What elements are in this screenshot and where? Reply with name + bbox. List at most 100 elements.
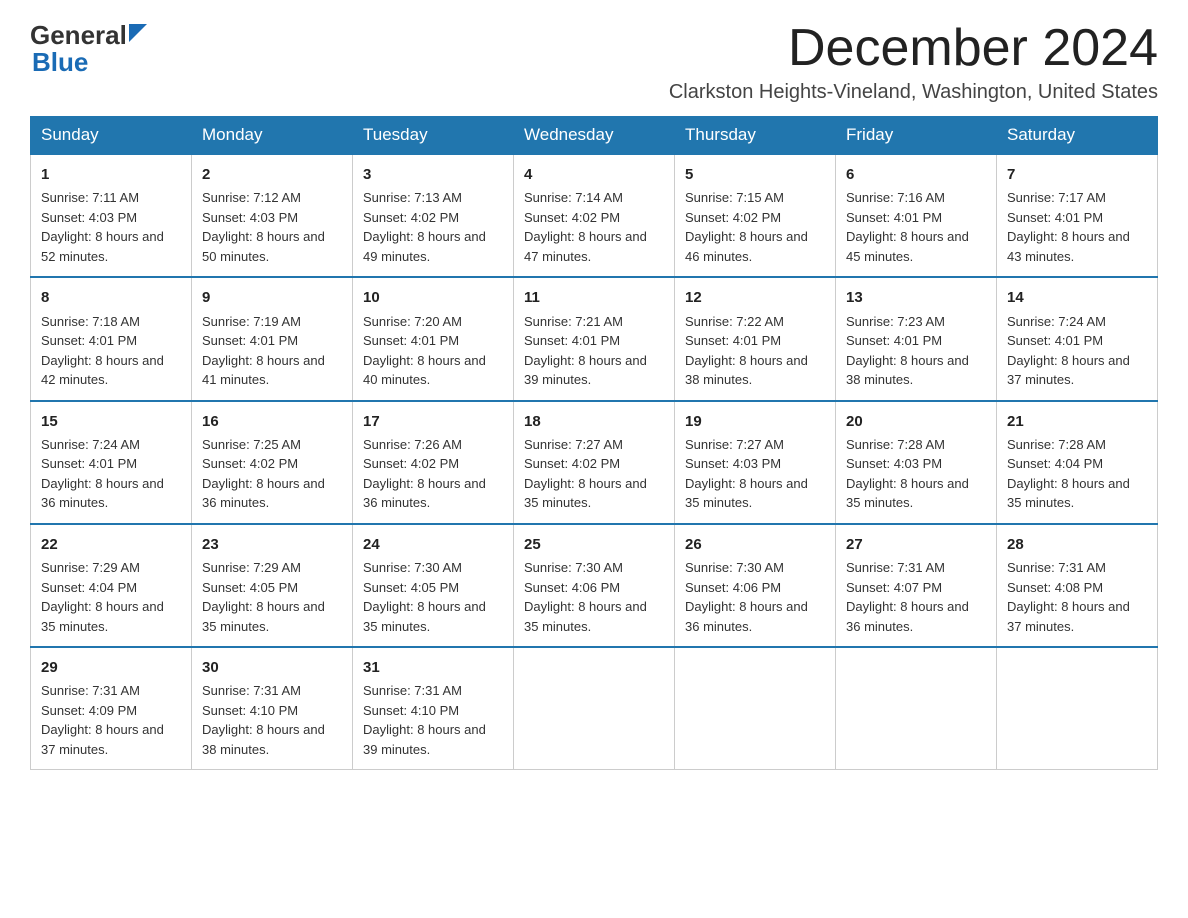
calendar-day-24: 24Sunrise: 7:30 AMSunset: 4:05 PMDayligh… xyxy=(353,524,514,647)
calendar-day-31: 31Sunrise: 7:31 AMSunset: 4:10 PMDayligh… xyxy=(353,647,514,770)
calendar-day-26: 26Sunrise: 7:30 AMSunset: 4:06 PMDayligh… xyxy=(675,524,836,647)
day-number: 11 xyxy=(524,286,664,309)
day-info: Sunrise: 7:29 AMSunset: 4:05 PMDaylight:… xyxy=(202,558,342,636)
day-number: 30 xyxy=(202,656,342,679)
day-info: Sunrise: 7:31 AMSunset: 4:07 PMDaylight:… xyxy=(846,558,986,636)
weekday-header-monday: Monday xyxy=(192,117,353,155)
day-info: Sunrise: 7:30 AMSunset: 4:06 PMDaylight:… xyxy=(685,558,825,636)
calendar-day-9: 9 Sunrise: 7:19 AMSunset: 4:01 PMDaylight… xyxy=(192,277,353,400)
empty-cell xyxy=(675,647,836,770)
weekday-header-thursday: Thursday xyxy=(675,117,836,155)
calendar-day-27: 27Sunrise: 7:31 AMSunset: 4:07 PMDayligh… xyxy=(836,524,997,647)
day-info: Sunrise: 7:31 AMSunset: 4:08 PMDaylight:… xyxy=(1007,558,1147,636)
day-number: 12 xyxy=(685,286,825,309)
day-info: Sunrise: 7:14 AMSunset: 4:02 PMDaylight:… xyxy=(524,188,664,266)
calendar-table: SundayMondayTuesdayWednesdayThursdayFrid… xyxy=(30,116,1158,770)
calendar-day-13: 13 Sunrise: 7:23 AMSunset: 4:01 PMDayligh… xyxy=(836,277,997,400)
day-info: Sunrise: 7:21 AMSunset: 4:01 PMDaylight:… xyxy=(524,312,664,390)
day-number: 1 xyxy=(41,163,181,186)
day-info: Sunrise: 7:15 AMSunset: 4:02 PMDaylight:… xyxy=(685,188,825,266)
day-info: Sunrise: 7:28 AMSunset: 4:04 PMDaylight:… xyxy=(1007,435,1147,513)
calendar-day-22: 22Sunrise: 7:29 AMSunset: 4:04 PMDayligh… xyxy=(31,524,192,647)
calendar-day-3: 3Sunrise: 7:13 AMSunset: 4:02 PMDaylight… xyxy=(353,154,514,277)
logo-triangle-icon xyxy=(129,24,147,42)
day-info: Sunrise: 7:11 AMSunset: 4:03 PMDaylight:… xyxy=(41,188,181,266)
day-info: Sunrise: 7:22 AMSunset: 4:01 PMDaylight:… xyxy=(685,312,825,390)
calendar-header: SundayMondayTuesdayWednesdayThursdayFrid… xyxy=(31,117,1158,155)
day-number: 13 xyxy=(846,286,986,309)
empty-cell xyxy=(514,647,675,770)
day-number: 20 xyxy=(846,410,986,433)
day-number: 9 xyxy=(202,286,342,309)
calendar-day-12: 12 Sunrise: 7:22 AMSunset: 4:01 PMDayligh… xyxy=(675,277,836,400)
day-info: Sunrise: 7:23 AMSunset: 4:01 PMDaylight:… xyxy=(846,312,986,390)
day-number: 19 xyxy=(685,410,825,433)
calendar-day-29: 29Sunrise: 7:31 AMSunset: 4:09 PMDayligh… xyxy=(31,647,192,770)
weekday-header-friday: Friday xyxy=(836,117,997,155)
day-number: 14 xyxy=(1007,286,1147,309)
empty-cell xyxy=(836,647,997,770)
day-number: 5 xyxy=(685,163,825,186)
calendar-day-11: 11 Sunrise: 7:21 AMSunset: 4:01 PMDayligh… xyxy=(514,277,675,400)
day-info: Sunrise: 7:13 AMSunset: 4:02 PMDaylight:… xyxy=(363,188,503,266)
calendar-day-2: 2Sunrise: 7:12 AMSunset: 4:03 PMDaylight… xyxy=(192,154,353,277)
title-block: December 2024 Clarkston Heights-Vineland… xyxy=(669,20,1158,104)
day-number: 17 xyxy=(363,410,503,433)
calendar-day-28: 28Sunrise: 7:31 AMSunset: 4:08 PMDayligh… xyxy=(997,524,1158,647)
day-info: Sunrise: 7:29 AMSunset: 4:04 PMDaylight:… xyxy=(41,558,181,636)
calendar-day-23: 23Sunrise: 7:29 AMSunset: 4:05 PMDayligh… xyxy=(192,524,353,647)
calendar-day-6: 6Sunrise: 7:16 AMSunset: 4:01 PMDaylight… xyxy=(836,154,997,277)
calendar-day-18: 18Sunrise: 7:27 AMSunset: 4:02 PMDayligh… xyxy=(514,401,675,524)
day-number: 18 xyxy=(524,410,664,433)
day-info: Sunrise: 7:30 AMSunset: 4:05 PMDaylight:… xyxy=(363,558,503,636)
calendar-week-5: 29Sunrise: 7:31 AMSunset: 4:09 PMDayligh… xyxy=(31,647,1158,770)
day-info: Sunrise: 7:27 AMSunset: 4:02 PMDaylight:… xyxy=(524,435,664,513)
calendar-day-16: 16Sunrise: 7:25 AMSunset: 4:02 PMDayligh… xyxy=(192,401,353,524)
calendar-day-15: 15Sunrise: 7:24 AMSunset: 4:01 PMDayligh… xyxy=(31,401,192,524)
calendar-day-14: 14 Sunrise: 7:24 AMSunset: 4:01 PMDayligh… xyxy=(997,277,1158,400)
day-info: Sunrise: 7:17 AMSunset: 4:01 PMDaylight:… xyxy=(1007,188,1147,266)
day-number: 10 xyxy=(363,286,503,309)
day-number: 7 xyxy=(1007,163,1147,186)
header: General Blue December 2024 Clarkston Hei… xyxy=(30,20,1158,104)
weekday-header-tuesday: Tuesday xyxy=(353,117,514,155)
day-number: 8 xyxy=(41,286,181,309)
calendar-day-1: 1Sunrise: 7:11 AMSunset: 4:03 PMDaylight… xyxy=(31,154,192,277)
day-info: Sunrise: 7:20 AMSunset: 4:01 PMDaylight:… xyxy=(363,312,503,390)
day-info: Sunrise: 7:26 AMSunset: 4:02 PMDaylight:… xyxy=(363,435,503,513)
calendar-day-5: 5Sunrise: 7:15 AMSunset: 4:02 PMDaylight… xyxy=(675,154,836,277)
day-number: 22 xyxy=(41,533,181,556)
day-info: Sunrise: 7:24 AMSunset: 4:01 PMDaylight:… xyxy=(41,435,181,513)
day-number: 23 xyxy=(202,533,342,556)
day-number: 6 xyxy=(846,163,986,186)
calendar-day-7: 7Sunrise: 7:17 AMSunset: 4:01 PMDaylight… xyxy=(997,154,1158,277)
day-info: Sunrise: 7:24 AMSunset: 4:01 PMDaylight:… xyxy=(1007,312,1147,390)
calendar-day-25: 25Sunrise: 7:30 AMSunset: 4:06 PMDayligh… xyxy=(514,524,675,647)
calendar-day-30: 30Sunrise: 7:31 AMSunset: 4:10 PMDayligh… xyxy=(192,647,353,770)
day-info: Sunrise: 7:19 AMSunset: 4:01 PMDaylight:… xyxy=(202,312,342,390)
day-info: Sunrise: 7:27 AMSunset: 4:03 PMDaylight:… xyxy=(685,435,825,513)
calendar-day-17: 17Sunrise: 7:26 AMSunset: 4:02 PMDayligh… xyxy=(353,401,514,524)
logo-blue-text: Blue xyxy=(32,47,88,78)
calendar-week-4: 22Sunrise: 7:29 AMSunset: 4:04 PMDayligh… xyxy=(31,524,1158,647)
day-number: 29 xyxy=(41,656,181,679)
day-info: Sunrise: 7:28 AMSunset: 4:03 PMDaylight:… xyxy=(846,435,986,513)
day-number: 25 xyxy=(524,533,664,556)
empty-cell xyxy=(997,647,1158,770)
calendar-day-8: 8Sunrise: 7:18 AMSunset: 4:01 PMDaylight… xyxy=(31,277,192,400)
calendar-day-10: 10 Sunrise: 7:20 AMSunset: 4:01 PMDayligh… xyxy=(353,277,514,400)
day-number: 15 xyxy=(41,410,181,433)
day-number: 27 xyxy=(846,533,986,556)
calendar-day-19: 19Sunrise: 7:27 AMSunset: 4:03 PMDayligh… xyxy=(675,401,836,524)
day-number: 24 xyxy=(363,533,503,556)
calendar-week-1: 1Sunrise: 7:11 AMSunset: 4:03 PMDaylight… xyxy=(31,154,1158,277)
day-info: Sunrise: 7:31 AMSunset: 4:09 PMDaylight:… xyxy=(41,681,181,759)
day-info: Sunrise: 7:30 AMSunset: 4:06 PMDaylight:… xyxy=(524,558,664,636)
day-number: 3 xyxy=(363,163,503,186)
day-number: 26 xyxy=(685,533,825,556)
calendar-week-2: 8Sunrise: 7:18 AMSunset: 4:01 PMDaylight… xyxy=(31,277,1158,400)
logo: General Blue xyxy=(30,20,147,78)
calendar-day-20: 20Sunrise: 7:28 AMSunset: 4:03 PMDayligh… xyxy=(836,401,997,524)
day-info: Sunrise: 7:25 AMSunset: 4:02 PMDaylight:… xyxy=(202,435,342,513)
day-number: 31 xyxy=(363,656,503,679)
